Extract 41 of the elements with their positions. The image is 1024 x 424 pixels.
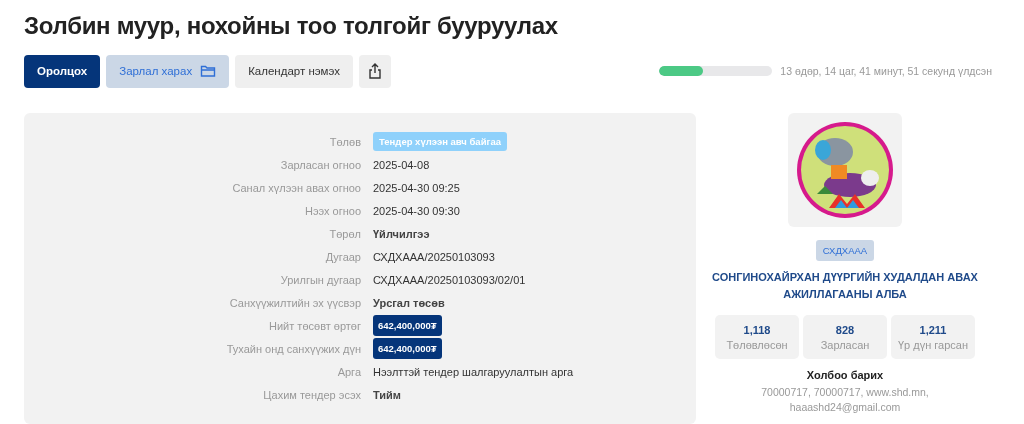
contact-info: 70000717, 70000717, www.shd.mn, haaashd24@gmail.com bbox=[760, 385, 930, 415]
detail-label: Цахим тендер эсэх bbox=[262, 388, 362, 401]
stat-label: Зарласан bbox=[820, 338, 870, 351]
stat-label: Төлөвлөсөн bbox=[726, 338, 788, 351]
detail-value: 642,400,000₮ bbox=[373, 338, 442, 359]
detail-value: 2025-04-30 09:25 bbox=[373, 181, 460, 194]
action-button[interactable]: Оролцох bbox=[24, 54, 101, 88]
detail-label: Урилгын дугаар bbox=[279, 273, 362, 286]
detail-value: Нээлттэй тендер шалгаруулалтын арга bbox=[373, 365, 574, 378]
detail-value: Тийм bbox=[373, 388, 401, 401]
stat-value: 828 bbox=[835, 323, 855, 336]
detail-label: Нийт төсөвт өртөг bbox=[268, 319, 362, 332]
detail-value: Тендер хүлээн авч байгаа bbox=[373, 132, 507, 151]
detail-label: Санхүүжилтийн эх үүсвэр bbox=[228, 296, 362, 309]
detail-value: 2025-04-08 bbox=[373, 158, 430, 171]
contact-title: Холбоо барих bbox=[806, 369, 884, 381]
folder-icon bbox=[200, 64, 217, 78]
detail-value: 642,400,000₮ bbox=[373, 315, 442, 336]
detail-value: Урсгал төсөв bbox=[373, 296, 445, 309]
detail-value: СХДХААА/20250103093/02/01 bbox=[373, 273, 526, 286]
detail-label: Дугаар bbox=[324, 250, 362, 263]
detail-label: Төлөв bbox=[328, 135, 362, 148]
organization-code: СХДХААА bbox=[815, 240, 875, 261]
stat-label: Үр дүн гарсан bbox=[897, 338, 968, 351]
detail-label: Төрөл bbox=[328, 227, 362, 240]
action-button[interactable]: Календарт нэмэх bbox=[235, 54, 354, 88]
stat-value: 1,211 bbox=[919, 323, 947, 336]
detail-value: Үйлчилгээ bbox=[373, 227, 430, 240]
detail-label: Санал хүлээн авах огноо bbox=[231, 181, 362, 194]
share-icon bbox=[368, 63, 383, 79]
share-button[interactable] bbox=[359, 54, 392, 88]
time-remaining: 13 өдөр, 14 цаг, 41 минут, 51 секунд үлдсэн bbox=[780, 65, 992, 77]
detail-label: Тухайн онд санхүүжих дүн bbox=[225, 342, 362, 355]
detail-value: СХДХААА/20250103093 bbox=[373, 250, 495, 263]
detail-label: Зарласан огноо bbox=[279, 158, 362, 171]
organization-name: СОНГИНОХАЙРХАН ДҮҮРГИЙН ХУДАЛДАН АВАХ АЖИЛЛАГААНЫ АЛБА bbox=[711, 270, 979, 302]
detail-value: 2025-04-30 09:30 bbox=[373, 204, 460, 217]
stat-value: 1,118 bbox=[743, 323, 771, 336]
detail-label: Арга bbox=[336, 365, 362, 378]
detail-label: Нээх огноо bbox=[303, 204, 362, 217]
page-title: Золбин муур, нохойны тоо толгойг бууруулах bbox=[24, 12, 559, 40]
